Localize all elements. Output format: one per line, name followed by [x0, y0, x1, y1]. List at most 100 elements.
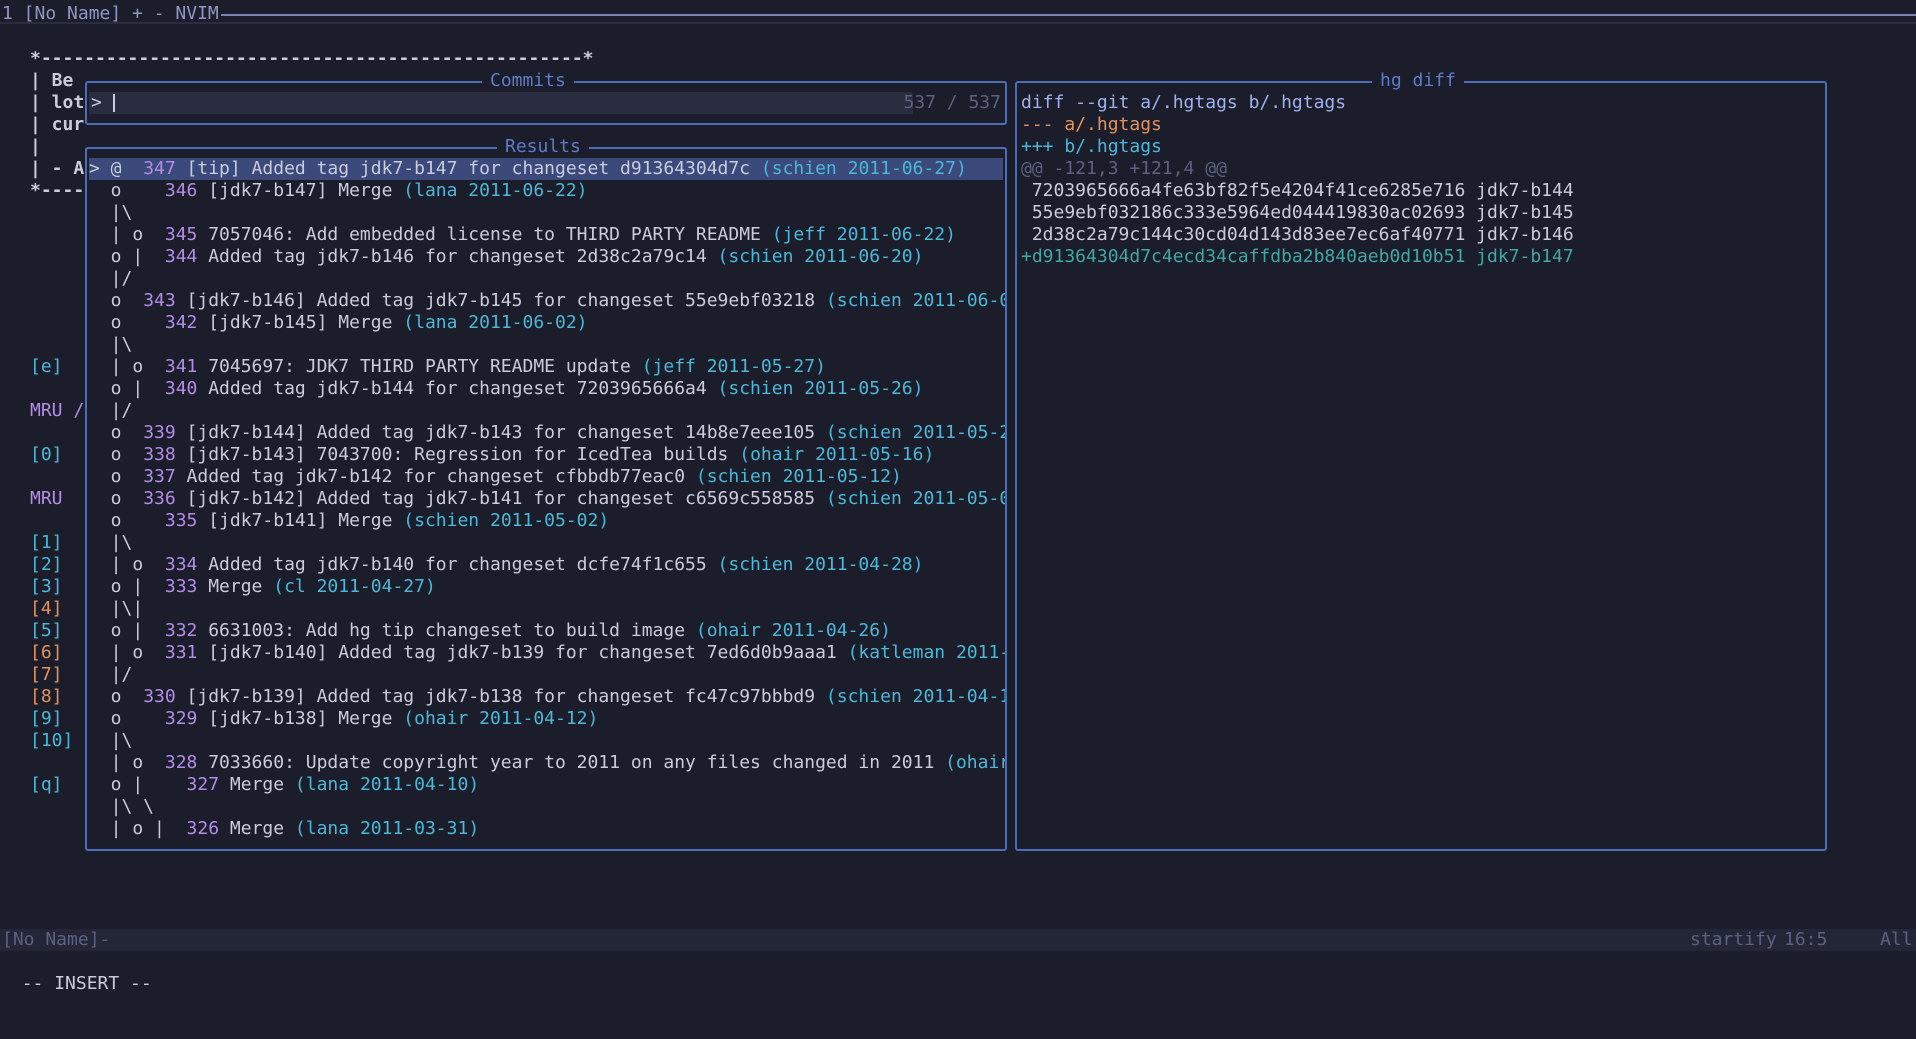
- statusline-position: 16:5: [1784, 929, 1828, 950]
- prompt-cursor: [113, 94, 115, 112]
- result-row[interactable]: o 335 [jdk7-b141] Merge (schien 2011-05-…: [89, 510, 1003, 532]
- result-row[interactable]: o 329 [jdk7-b138] Merge (ohair 2011-04-1…: [89, 708, 1003, 730]
- tabline-underline: [0, 22, 1916, 24]
- startify-entry[interactable]: [7]: [30, 664, 63, 686]
- commit-message: 7033660: Update copyright year to 2011 o…: [197, 752, 946, 773]
- result-row[interactable]: o | 332 6631003: Add hg tip changeset to…: [89, 620, 1003, 642]
- startify-entry[interactable]: [2]: [30, 554, 63, 576]
- commit-graph: o: [89, 510, 165, 531]
- commit-graph: | o |: [89, 818, 187, 839]
- result-row[interactable]: |\: [89, 730, 1003, 752]
- commit-message: [jdk7-b143] 7043700: Regression for Iced…: [175, 444, 740, 465]
- diff-box-title: hg diff: [1372, 70, 1464, 92]
- commit-rev: 333: [164, 576, 198, 597]
- diff-line-add: +d91364304d7c4ecd34caffdba2b840aeb0d10b5…: [1021, 246, 1574, 267]
- result-row[interactable]: o | 340 Added tag jdk7-b144 for changese…: [89, 378, 1003, 400]
- commit-author-date: (cl 2011-04-27): [273, 576, 436, 597]
- commit-graph: o |: [89, 576, 165, 597]
- result-row[interactable]: | o 331 [jdk7-b140] Added tag jdk7-b139 …: [89, 642, 1005, 664]
- result-row[interactable]: o 330 [jdk7-b139] Added tag jdk7-b138 fo…: [89, 686, 1005, 708]
- result-row[interactable]: |\: [89, 202, 1003, 224]
- startify-entry[interactable]: [0]: [30, 444, 63, 466]
- commit-author-date: (schien 2011-06-27): [760, 158, 967, 179]
- commit-author-date: (schien 2011-04-28): [717, 554, 924, 575]
- commit-graph: |/: [89, 664, 133, 685]
- commit-message: Merge: [219, 774, 295, 795]
- commit-search-input[interactable]: [117, 92, 897, 114]
- result-row[interactable]: |\: [89, 532, 1003, 554]
- startify-entry[interactable]: [e]: [30, 356, 63, 378]
- startify-entry[interactable]: [3]: [30, 576, 63, 598]
- result-row[interactable]: o | 327 Merge (lana 2011-04-10): [89, 774, 1003, 796]
- statusline-scroll: All: [1880, 929, 1913, 950]
- commit-author-date: (katleman 2011-04-21): [847, 642, 1005, 663]
- result-row[interactable]: o 336 [jdk7-b142] Added tag jdk7-b141 fo…: [89, 488, 1005, 510]
- commit-rev: 334: [164, 554, 198, 575]
- startify-banner-line: | Be: [30, 70, 74, 91]
- result-row[interactable]: o 338 [jdk7-b143] 7043700: Regression fo…: [89, 444, 1003, 466]
- result-row[interactable]: |/: [89, 664, 1003, 686]
- commit-graph: | o: [89, 356, 165, 377]
- result-row[interactable]: | o | 326 Merge (lana 2011-03-31): [89, 818, 1003, 840]
- cmdline: -- INSERT --: [0, 951, 152, 995]
- result-row[interactable]: o | 344 Added tag jdk7-b146 for changese…: [89, 246, 1003, 268]
- startify-entry[interactable]: [10]: [30, 730, 73, 752]
- commit-author-date: (ohair 2011-05-16): [739, 444, 935, 465]
- startify-banner-line: | cur: [30, 114, 85, 135]
- result-row[interactable]: |/: [89, 268, 1003, 290]
- commit-message: [jdk7-b146] Added tag jdk7-b145 for chan…: [175, 290, 826, 311]
- result-row[interactable]: | o 328 7033660: Update copyright year t…: [89, 752, 1005, 774]
- result-row-selected[interactable]: > @ 347 [tip] Added tag jdk7-b147 for ch…: [89, 158, 1003, 180]
- commit-message: 7045697: JDK7 THIRD PARTY README update: [197, 356, 642, 377]
- commit-author-date: (lana 2011-06-02): [403, 312, 588, 333]
- diff-line-hdr: diff --git a/.hgtags b/.hgtags: [1021, 92, 1347, 113]
- startify-entry[interactable]: [4]: [30, 598, 63, 620]
- result-row[interactable]: |/: [89, 400, 1003, 422]
- diff-line-ctx: 7203965666a4fe63bf82f5e4204f41ce6285e716…: [1021, 180, 1574, 201]
- startify-entry[interactable]: MRU /: [30, 400, 84, 422]
- startify-entry[interactable]: [1]: [30, 532, 63, 554]
- commit-graph: o: [89, 180, 165, 201]
- commit-count: 537 / 537: [903, 92, 1001, 113]
- commit-message: 6631003: Add hg tip changeset to build i…: [197, 620, 696, 641]
- commit-message: [jdk7-b140] Added tag jdk7-b139 for chan…: [197, 642, 848, 663]
- results-box: Results > @ 347 [tip] Added tag jdk7-b14…: [85, 136, 1007, 851]
- commit-rev: 342: [164, 312, 198, 333]
- result-row[interactable]: o 343 [jdk7-b146] Added tag jdk7-b145 fo…: [89, 290, 1005, 312]
- commit-author-date: (lana 2011-06-22): [403, 180, 588, 201]
- commit-graph: |\: [89, 730, 133, 751]
- commit-message: Added tag jdk7-b146 for changeset 2d38c2…: [197, 246, 718, 267]
- commit-rev: 338: [143, 444, 176, 465]
- startify-entry[interactable]: [5]: [30, 620, 63, 642]
- commit-rev: 326: [186, 818, 220, 839]
- commit-rev: 337: [143, 466, 176, 487]
- result-row[interactable]: o 346 [jdk7-b147] Merge (lana 2011-06-22…: [89, 180, 1003, 202]
- result-row[interactable]: |\ \: [89, 796, 1003, 818]
- commit-author-date: (lana 2011-04-10): [294, 774, 480, 795]
- commit-graph: | o: [89, 752, 165, 773]
- startify-banner-bottom: *----: [30, 180, 85, 201]
- result-row[interactable]: o 342 [jdk7-b145] Merge (lana 2011-06-02…: [89, 312, 1003, 334]
- commit-rev: 330: [143, 686, 176, 707]
- commit-author-date: (schien 2011-05-26): [717, 378, 924, 399]
- commit-graph: o |: [89, 620, 165, 641]
- result-row[interactable]: | o 334 Added tag jdk7-b140 for changese…: [89, 554, 1003, 576]
- result-row[interactable]: o 339 [jdk7-b144] Added tag jdk7-b143 fo…: [89, 422, 1005, 444]
- startify-entry[interactable]: MRU: [30, 488, 63, 510]
- diff-line-ctx: 55e9ebf032186c333e5964ed044419830ac02693…: [1021, 202, 1574, 223]
- startify-entry[interactable]: [9]: [30, 708, 63, 730]
- startify-entry[interactable]: [6]: [30, 642, 63, 664]
- result-row[interactable]: |\: [89, 334, 1003, 356]
- commit-graph: o: [89, 290, 144, 311]
- commit-author-date: (ohair 2011-04-26): [695, 620, 891, 641]
- result-row[interactable]: |\|: [89, 598, 1003, 620]
- startify-banner-line: | lot: [30, 92, 85, 113]
- startify-entry[interactable]: [8]: [30, 686, 63, 708]
- startify-entry[interactable]: [q]: [30, 774, 63, 796]
- commit-message: [jdk7-b147] Merge: [197, 180, 404, 201]
- result-row[interactable]: | o 345 7057046: Add embedded license to…: [89, 224, 1003, 246]
- result-row[interactable]: | o 341 7045697: JDK7 THIRD PARTY README…: [89, 356, 1003, 378]
- result-row[interactable]: o 337 Added tag jdk7-b142 for changeset …: [89, 466, 1003, 488]
- commits-box-title: Commits: [482, 70, 574, 92]
- result-row[interactable]: o | 333 Merge (cl 2011-04-27): [89, 576, 1003, 598]
